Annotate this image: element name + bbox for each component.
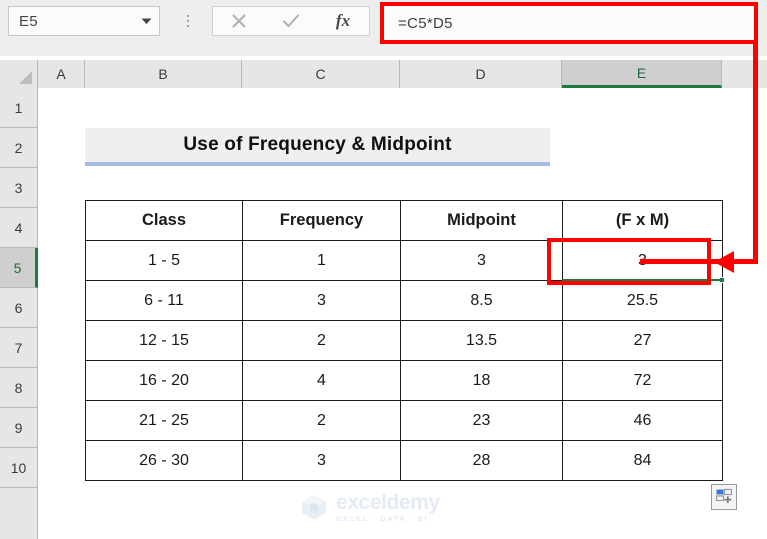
column-header-midpoint: Midpoint xyxy=(400,200,563,241)
row-label: 4 xyxy=(14,219,23,236)
column-header-class: Class xyxy=(85,200,243,241)
name-box[interactable]: E5 xyxy=(8,6,160,36)
table-row[interactable]: 6 - 11 3 8.5 25.5 xyxy=(85,280,723,321)
cell-fxm[interactable]: 25.5 xyxy=(562,280,723,321)
column-label: E xyxy=(636,64,647,81)
formula-input[interactable]: =C5*D5 xyxy=(384,6,754,40)
column-label: D xyxy=(475,66,486,82)
cell-class[interactable]: 6 - 11 xyxy=(85,280,243,321)
cell-fxm[interactable]: 46 xyxy=(562,400,723,441)
cell-midpoint[interactable]: 8.5 xyxy=(400,280,563,321)
formula-text: =C5*D5 xyxy=(398,14,453,32)
frequency-midpoint-table: Class Frequency Midpoint (F x M) 1 - 5 1… xyxy=(85,200,725,481)
column-header-row: A B C D E xyxy=(0,60,767,88)
row-label: 6 xyxy=(14,299,23,316)
cell-class[interactable]: 16 - 20 xyxy=(85,360,243,401)
cell-frequency[interactable]: 3 xyxy=(242,440,401,481)
checkmark-icon[interactable] xyxy=(265,7,317,35)
cell-fxm[interactable]: 72 xyxy=(562,360,723,401)
select-all-corner[interactable] xyxy=(0,60,38,88)
row-header-11[interactable] xyxy=(0,488,38,539)
column-header-f[interactable] xyxy=(722,60,767,88)
cell-midpoint[interactable]: 28 xyxy=(400,440,563,481)
cell-frequency[interactable]: 4 xyxy=(242,360,401,401)
page-title: Use of Frequency & Midpoint xyxy=(183,134,452,155)
table-row[interactable]: 21 - 25 2 23 46 xyxy=(85,400,723,441)
column-header-b[interactable]: B xyxy=(85,60,242,88)
row-header-10[interactable]: 10 xyxy=(0,448,38,488)
cell-class[interactable]: 26 - 30 xyxy=(85,440,243,481)
exceldemy-watermark: exceldemy EXCEL - DATA - BI xyxy=(299,489,474,525)
column-label: B xyxy=(158,66,168,82)
row-header-6[interactable]: 6 xyxy=(0,288,38,328)
column-header-e[interactable]: E xyxy=(562,60,722,88)
row-header-5[interactable]: 5 xyxy=(0,248,38,288)
column-header-frequency: Frequency xyxy=(242,200,401,241)
row-label: 1 xyxy=(14,99,23,116)
row-label: 3 xyxy=(14,179,23,196)
quick-analysis-button[interactable] xyxy=(711,484,737,510)
table-row[interactable]: 12 - 15 2 13.5 27 xyxy=(85,320,723,361)
row-label: 8 xyxy=(14,379,23,396)
cell-class[interactable]: 12 - 15 xyxy=(85,320,243,361)
chevron-down-icon[interactable] xyxy=(133,7,159,35)
excel-window: E5 fx =C5*D5 A B C D E 1 2 3 4 5 6 7 8 9… xyxy=(0,0,767,539)
formula-input-highlight: =C5*D5 xyxy=(380,2,758,44)
cell-fxm[interactable]: 84 xyxy=(562,440,723,481)
annotation-line-vertical xyxy=(753,44,758,264)
row-header-8[interactable]: 8 xyxy=(0,368,38,408)
cell-frequency[interactable]: 1 xyxy=(242,240,401,281)
row-label: 2 xyxy=(14,139,23,156)
cell-frequency[interactable]: 3 xyxy=(242,280,401,321)
fill-handle[interactable] xyxy=(719,277,725,283)
row-header-2[interactable]: 2 xyxy=(0,128,38,168)
watermark-brand: exceldemy xyxy=(336,490,440,514)
cell-midpoint[interactable]: 13.5 xyxy=(400,320,563,361)
row-label: 7 xyxy=(14,339,23,356)
column-header-fxm: (F x M) xyxy=(562,200,723,241)
vertical-ellipsis-icon[interactable] xyxy=(180,10,196,32)
watermark-tagline: EXCEL - DATA - BI xyxy=(336,513,429,523)
row-header-9[interactable]: 9 xyxy=(0,408,38,448)
cell-class[interactable]: 1 - 5 xyxy=(85,240,243,281)
table-row[interactable]: 1 - 5 1 3 3 xyxy=(85,240,725,283)
column-header-c[interactable]: C xyxy=(242,60,400,88)
table-header-row: Class Frequency Midpoint (F x M) xyxy=(85,200,723,241)
close-x-icon[interactable] xyxy=(213,7,265,35)
cell-midpoint[interactable]: 18 xyxy=(400,360,563,401)
cell-class[interactable]: 21 - 25 xyxy=(85,400,243,441)
red-arrow-left-icon xyxy=(714,251,734,273)
column-label: A xyxy=(56,66,66,82)
column-label: C xyxy=(315,66,326,82)
row-header-4[interactable]: 4 xyxy=(0,208,38,248)
row-label: 5 xyxy=(13,259,22,276)
quick-analysis-icon xyxy=(715,488,733,503)
formula-bar-strip: E5 fx =C5*D5 xyxy=(0,0,767,56)
cell-midpoint[interactable]: 23 xyxy=(400,400,563,441)
insert-function-label: fx xyxy=(335,11,351,30)
row-header-7[interactable]: 7 xyxy=(0,328,38,368)
table-row[interactable]: 26 - 30 3 28 84 xyxy=(85,440,723,481)
column-header-a[interactable]: A xyxy=(38,60,85,88)
row-label: 9 xyxy=(14,419,23,436)
exceldemy-cube-logo-icon xyxy=(299,492,329,522)
cell-frequency[interactable]: 2 xyxy=(242,320,401,361)
annotation-line-horizontal xyxy=(640,259,758,264)
row-header-1[interactable]: 1 xyxy=(0,88,38,128)
table-row[interactable]: 16 - 20 4 18 72 xyxy=(85,360,723,401)
cell-midpoint[interactable]: 3 xyxy=(400,240,563,281)
name-box-value: E5 xyxy=(19,12,38,30)
formula-bar-buttons: fx xyxy=(212,6,370,36)
cell-fxm[interactable]: 27 xyxy=(562,320,723,361)
row-label: 10 xyxy=(10,459,27,476)
column-header-d[interactable]: D xyxy=(400,60,562,88)
sheet-title-banner: Use of Frequency & Midpoint xyxy=(85,128,550,166)
select-all-triangle-icon xyxy=(19,71,32,84)
watermark-text-group: exceldemy EXCEL - DATA - BI xyxy=(336,492,440,523)
fx-icon[interactable]: fx xyxy=(317,7,369,35)
row-header-3[interactable]: 3 xyxy=(0,168,38,208)
cell-frequency[interactable]: 2 xyxy=(242,400,401,441)
